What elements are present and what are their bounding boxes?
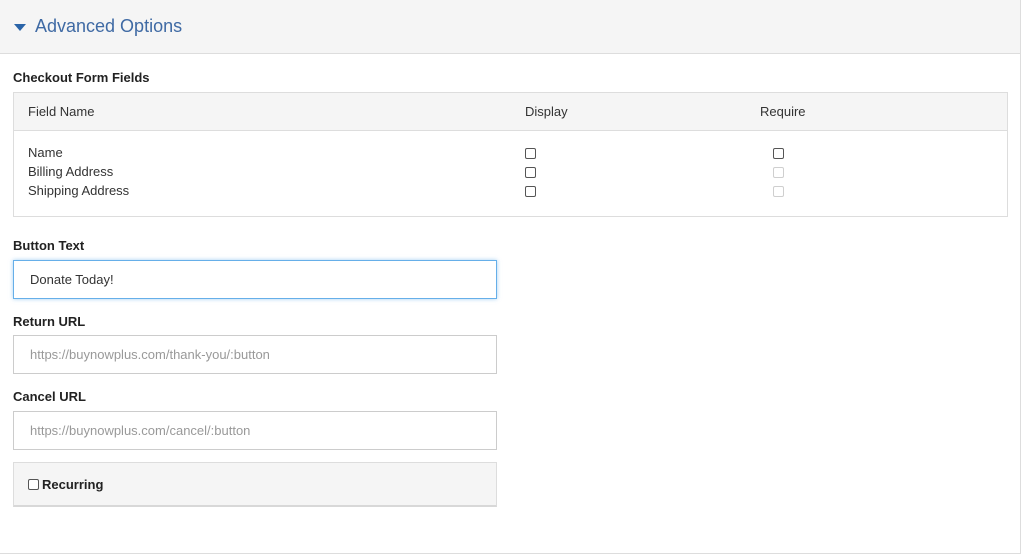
require-name-checkbox[interactable] — [773, 148, 784, 159]
table-row: Name — [14, 145, 1007, 164]
checkout-fields-table: Field Name Display Require Name Billing … — [13, 92, 1008, 217]
caret-down-icon — [14, 23, 26, 31]
field-name-label: Billing Address — [28, 164, 114, 179]
table-row: Shipping Address — [14, 183, 1007, 202]
column-header-field-name: Field Name — [28, 104, 95, 119]
advanced-options-panel: Advanced Options Checkout Form Fields Fi… — [0, 0, 1021, 554]
checkout-fields-label: Checkout Form Fields — [13, 70, 150, 85]
recurring-toggle[interactable]: Recurring — [13, 462, 497, 507]
field-name-label: Name — [28, 145, 63, 160]
column-header-require: Require — [760, 104, 806, 119]
field-name-label: Shipping Address — [28, 183, 130, 198]
return-url-label: Return URL — [13, 314, 86, 329]
return-url-input[interactable]: https://buynowplus.com/thank-you/:button — [13, 335, 497, 374]
button-text-input[interactable]: Donate Today! — [13, 260, 497, 299]
require-billing-address-checkbox — [773, 167, 784, 178]
recurring-checkbox[interactable] — [28, 478, 39, 490]
cancel-url-label: Cancel URL — [13, 389, 86, 404]
display-billing-address-checkbox[interactable] — [525, 167, 536, 178]
column-header-display: Display — [525, 104, 568, 119]
return-url-placeholder: https://buynowplus.com/thank-you/:button — [30, 347, 270, 362]
table-row: Billing Address — [14, 164, 1007, 183]
require-shipping-address-checkbox — [773, 186, 784, 197]
button-text-label: Button Text — [13, 238, 85, 253]
display-name-checkbox[interactable] — [525, 148, 536, 159]
advanced-options-toggle[interactable]: Advanced Options — [0, 0, 1020, 54]
button-text-value: Donate Today! — [30, 272, 114, 287]
table-header: Field Name Display Require — [14, 93, 1007, 131]
panel-title: Advanced Options — [35, 16, 183, 36]
cancel-url-placeholder: https://buynowplus.com/cancel/:button — [30, 423, 251, 438]
recurring-label: Recurring — [42, 476, 104, 492]
display-shipping-address-checkbox[interactable] — [525, 186, 536, 197]
cancel-url-input[interactable]: https://buynowplus.com/cancel/:button — [13, 411, 497, 450]
